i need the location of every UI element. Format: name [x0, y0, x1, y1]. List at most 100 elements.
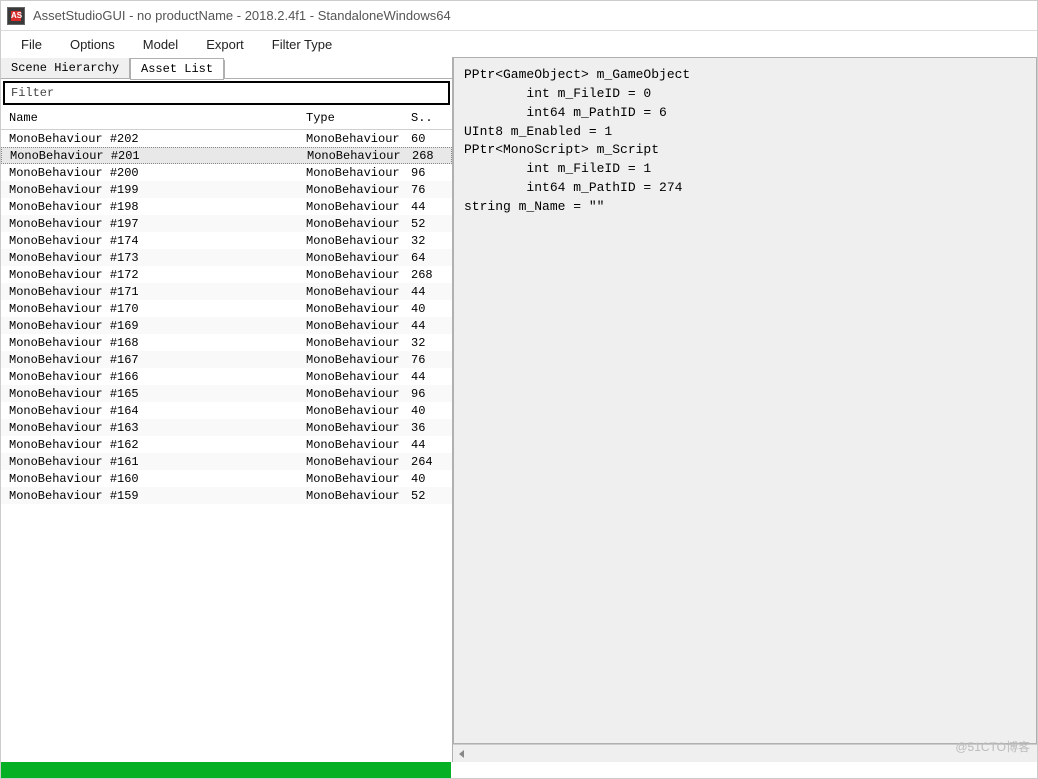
cell-name: MonoBehaviour #160 [1, 472, 306, 486]
cell-size: 60 [411, 132, 441, 146]
filter-input[interactable]: Filter [3, 81, 450, 105]
table-row[interactable]: MonoBehaviour #198MonoBehaviour44 [1, 198, 452, 215]
table-row[interactable]: MonoBehaviour #202MonoBehaviour60 [1, 130, 452, 147]
cell-type: MonoBehaviour [306, 489, 411, 503]
table-row[interactable]: MonoBehaviour #169MonoBehaviour44 [1, 317, 452, 334]
menu-model[interactable]: Model [131, 33, 190, 56]
table-row[interactable]: MonoBehaviour #160MonoBehaviour40 [1, 470, 452, 487]
cell-name: MonoBehaviour #164 [1, 404, 306, 418]
column-header-name[interactable]: Name [1, 111, 306, 125]
horizontal-scrollbar[interactable] [453, 744, 1037, 762]
table-row[interactable]: MonoBehaviour #173MonoBehaviour64 [1, 249, 452, 266]
table-row[interactable]: MonoBehaviour #170MonoBehaviour40 [1, 300, 452, 317]
table-row[interactable]: MonoBehaviour #161MonoBehaviour264 [1, 453, 452, 470]
table-row[interactable]: MonoBehaviour #166MonoBehaviour44 [1, 368, 452, 385]
table-row[interactable]: MonoBehaviour #172MonoBehaviour268 [1, 266, 452, 283]
cell-size: 44 [411, 438, 441, 452]
cell-name: MonoBehaviour #199 [1, 183, 306, 197]
table-row[interactable]: MonoBehaviour #200MonoBehaviour96 [1, 164, 452, 181]
window-title: AssetStudioGUI - no productName - 2018.2… [33, 8, 451, 23]
cell-size: 40 [411, 472, 441, 486]
table-row[interactable]: MonoBehaviour #174MonoBehaviour32 [1, 232, 452, 249]
table-row[interactable]: MonoBehaviour #167MonoBehaviour76 [1, 351, 452, 368]
cell-size: 44 [411, 200, 441, 214]
cell-type: MonoBehaviour [306, 472, 411, 486]
cell-size: 32 [411, 336, 441, 350]
cell-type: MonoBehaviour [306, 166, 411, 180]
cell-type: MonoBehaviour [307, 149, 412, 163]
right-pane: PPtr<GameObject> m_GameObject int m_File… [453, 57, 1037, 762]
cell-type: MonoBehaviour [306, 370, 411, 384]
cell-size: 40 [411, 302, 441, 316]
cell-type: MonoBehaviour [306, 217, 411, 231]
cell-type: MonoBehaviour [306, 285, 411, 299]
cell-size: 64 [411, 251, 441, 265]
cell-size: 44 [411, 285, 441, 299]
cell-name: MonoBehaviour #198 [1, 200, 306, 214]
cell-name: MonoBehaviour #165 [1, 387, 306, 401]
cell-type: MonoBehaviour [306, 132, 411, 146]
tab-asset-list[interactable]: Asset List [130, 58, 224, 80]
table-row[interactable]: MonoBehaviour #197MonoBehaviour52 [1, 215, 452, 232]
cell-size: 32 [411, 234, 441, 248]
cell-type: MonoBehaviour [306, 183, 411, 197]
titlebar: AS AssetStudioGUI - no productName - 201… [1, 1, 1037, 31]
tab-scene-hierarchy[interactable]: Scene Hierarchy [1, 58, 130, 79]
cell-name: MonoBehaviour #173 [1, 251, 306, 265]
menu-export[interactable]: Export [194, 33, 256, 56]
watermark: @51CTO博客 [955, 738, 1030, 755]
cell-type: MonoBehaviour [306, 200, 411, 214]
cell-type: MonoBehaviour [306, 268, 411, 282]
list-header: Name Type S.. [1, 107, 452, 130]
cell-size: 36 [411, 421, 441, 435]
table-row[interactable]: MonoBehaviour #163MonoBehaviour36 [1, 419, 452, 436]
table-row[interactable]: MonoBehaviour #164MonoBehaviour40 [1, 402, 452, 419]
cell-name: MonoBehaviour #161 [1, 455, 306, 469]
cell-type: MonoBehaviour [306, 234, 411, 248]
column-header-type[interactable]: Type [306, 111, 411, 125]
statusbar [1, 762, 1037, 778]
cell-type: MonoBehaviour [306, 455, 411, 469]
table-row[interactable]: MonoBehaviour #171MonoBehaviour44 [1, 283, 452, 300]
cell-name: MonoBehaviour #163 [1, 421, 306, 435]
cell-size: 52 [411, 489, 441, 503]
cell-type: MonoBehaviour [306, 421, 411, 435]
cell-size: 268 [412, 149, 442, 163]
menu-options[interactable]: Options [58, 33, 127, 56]
table-row[interactable]: MonoBehaviour #168MonoBehaviour32 [1, 334, 452, 351]
cell-size: 44 [411, 370, 441, 384]
table-row[interactable]: MonoBehaviour #165MonoBehaviour96 [1, 385, 452, 402]
cell-size: 44 [411, 319, 441, 333]
table-row[interactable]: MonoBehaviour #159MonoBehaviour52 [1, 487, 452, 504]
cell-name: MonoBehaviour #197 [1, 217, 306, 231]
menu-file[interactable]: File [9, 33, 54, 56]
menu-filter-type[interactable]: Filter Type [260, 33, 344, 56]
cell-name: MonoBehaviour #166 [1, 370, 306, 384]
asset-list[interactable]: MonoBehaviour #202MonoBehaviour60MonoBeh… [1, 130, 452, 762]
cell-type: MonoBehaviour [306, 438, 411, 452]
cell-size: 52 [411, 217, 441, 231]
cell-name: MonoBehaviour #171 [1, 285, 306, 299]
app-icon: AS [7, 7, 25, 25]
tab-strip-filler [224, 60, 452, 79]
cell-name: MonoBehaviour #201 [2, 149, 307, 163]
cell-type: MonoBehaviour [306, 387, 411, 401]
cell-size: 96 [411, 166, 441, 180]
cell-name: MonoBehaviour #172 [1, 268, 306, 282]
cell-type: MonoBehaviour [306, 404, 411, 418]
chevron-left-icon [459, 750, 464, 758]
cell-name: MonoBehaviour #167 [1, 353, 306, 367]
table-row[interactable]: MonoBehaviour #201MonoBehaviour268 [1, 147, 452, 164]
cell-size: 96 [411, 387, 441, 401]
cell-name: MonoBehaviour #174 [1, 234, 306, 248]
cell-name: MonoBehaviour #159 [1, 489, 306, 503]
inspector-text[interactable]: PPtr<GameObject> m_GameObject int m_File… [453, 57, 1037, 744]
cell-type: MonoBehaviour [306, 353, 411, 367]
left-pane: Scene Hierarchy Asset List Filter Name T… [1, 57, 453, 762]
scroll-left-button[interactable] [453, 746, 469, 762]
table-row[interactable]: MonoBehaviour #162MonoBehaviour44 [1, 436, 452, 453]
cell-name: MonoBehaviour #169 [1, 319, 306, 333]
column-header-size[interactable]: S.. [411, 111, 441, 125]
table-row[interactable]: MonoBehaviour #199MonoBehaviour76 [1, 181, 452, 198]
cell-name: MonoBehaviour #202 [1, 132, 306, 146]
